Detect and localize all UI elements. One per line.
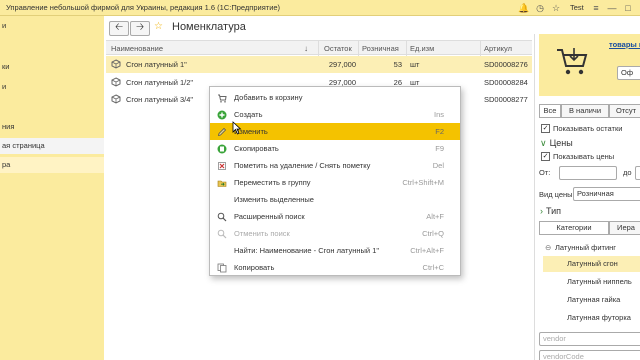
sidebar-item-4[interactable]: ния bbox=[0, 119, 104, 135]
tree-root[interactable]: Латунный фитинг bbox=[555, 243, 616, 252]
sidebar-item-2[interactable]: ки bbox=[0, 59, 104, 75]
col-sku[interactable]: Артикул bbox=[484, 44, 512, 53]
search-icon bbox=[217, 212, 227, 222]
show-stock-checkbox[interactable]: ✓ bbox=[541, 124, 550, 133]
cell-name: Сгон латунный 3/4" bbox=[126, 95, 194, 104]
history-icon[interactable]: ◷ bbox=[534, 2, 546, 14]
plus-circle-icon bbox=[217, 110, 227, 120]
cart-link[interactable]: товары в bbox=[609, 40, 640, 49]
window-title: Управление небольшой фирмой для Украины,… bbox=[6, 3, 281, 12]
tree-collapse-icon[interactable]: ⊖ bbox=[545, 243, 551, 252]
checkout-button[interactable]: Оф bbox=[617, 66, 640, 80]
cell-name: Сгон латунный 1/2" bbox=[126, 78, 194, 87]
sidebar-item-nomenclature[interactable]: ра bbox=[0, 157, 104, 173]
type-section: › Тип bbox=[540, 206, 562, 216]
menu-item-create[interactable]: Создать Ins bbox=[210, 106, 460, 123]
tab-categories[interactable]: Категории bbox=[539, 221, 609, 235]
context-menu: Добавить в корзину Создать Ins Изменить … bbox=[209, 86, 461, 276]
from-label: От: bbox=[539, 168, 551, 177]
cell-retail: 53 bbox=[393, 60, 402, 69]
menu-icon[interactable]: ≡ bbox=[590, 2, 602, 14]
copy-item-icon bbox=[217, 144, 227, 154]
pencil-icon bbox=[217, 127, 227, 137]
price-type-select[interactable]: Розничная bbox=[573, 187, 640, 201]
title-bar: Управление небольшой фирмой для Украины,… bbox=[0, 0, 640, 16]
price-from-input[interactable] bbox=[559, 166, 617, 180]
cell-unit: шт bbox=[410, 60, 420, 69]
tree-item[interactable]: Латунная гайка bbox=[543, 292, 640, 308]
tab-hierarchy[interactable]: Иера bbox=[609, 221, 640, 235]
menu-item-copy-item[interactable]: Скопировать F9 bbox=[210, 140, 460, 157]
menu-item-edit-selected[interactable]: Изменить выделенные bbox=[210, 191, 460, 208]
cell-name: Сгон латунный 1" bbox=[126, 60, 187, 69]
menu-item-advanced-search[interactable]: Расширенный поиск Alt+F bbox=[210, 208, 460, 225]
show-prices-label: Показывать цены bbox=[553, 152, 615, 161]
maximize-icon[interactable]: □ bbox=[622, 2, 634, 14]
product-icon bbox=[111, 94, 121, 104]
table-row[interactable]: Сгон латунный 1" 297,000 53 шт SD0000827… bbox=[106, 56, 532, 73]
col-retail[interactable]: Розничная bbox=[362, 44, 399, 53]
delete-mark-icon bbox=[218, 162, 226, 170]
vendor-code-input[interactable]: vendorCode bbox=[539, 350, 640, 360]
product-icon bbox=[111, 77, 121, 87]
vendor-input[interactable]: vendor bbox=[539, 332, 640, 346]
price-type-label: Вид цены: bbox=[539, 190, 575, 199]
star-icon[interactable]: ☆ bbox=[550, 2, 562, 14]
minimize-icon[interactable]: — bbox=[606, 2, 618, 14]
sidebar-item-home[interactable]: ая страница bbox=[0, 138, 104, 154]
table-header: Наименование ↓ Остаток Розничная Ед.изм … bbox=[106, 40, 532, 56]
cell-sku: SD00008277 bbox=[484, 95, 528, 104]
col-unit[interactable]: Ед.изм bbox=[410, 44, 434, 53]
cancel-search-icon bbox=[217, 229, 227, 239]
show-prices-checkbox[interactable]: ✓ bbox=[541, 152, 550, 161]
tab-all[interactable]: Все bbox=[539, 104, 561, 118]
menu-item-move-to-group[interactable]: Переместить в группу Ctrl+Shift+M bbox=[210, 174, 460, 191]
user-name[interactable]: Test bbox=[570, 3, 584, 12]
tree-item[interactable]: Латунный сгон bbox=[543, 256, 640, 272]
sidebar: и ки и ния ая страница ра bbox=[0, 16, 104, 360]
cart-small-icon bbox=[218, 94, 227, 103]
menu-item-mark-delete[interactable]: Пометить на удаление / Снять пометку Del bbox=[210, 157, 460, 174]
menu-item-add-to-cart[interactable]: Добавить в корзину bbox=[210, 89, 460, 106]
favorite-star-icon[interactable]: ☆ bbox=[154, 21, 163, 32]
menu-item-cancel-search[interactable]: Отменить поиск Ctrl+Q bbox=[210, 225, 460, 242]
cell-sku: SD00008276 bbox=[484, 60, 528, 69]
product-icon bbox=[111, 59, 121, 69]
mouse-cursor-icon bbox=[232, 121, 242, 135]
cell-sku: SD00008284 bbox=[484, 78, 528, 87]
move-folder-icon bbox=[217, 180, 227, 187]
bell-icon[interactable]: 🔔 bbox=[518, 2, 530, 14]
page-title: Номенклатура bbox=[172, 21, 246, 33]
show-stock-label: Показывать остатки bbox=[553, 124, 623, 133]
back-button[interactable]: 🡠 bbox=[109, 21, 129, 36]
sidebar-item-3[interactable]: и bbox=[0, 79, 104, 95]
prices-section: ∨ Цены bbox=[540, 138, 573, 148]
cell-stock: 297,000 bbox=[328, 60, 356, 69]
tab-absent[interactable]: Отсут bbox=[609, 104, 640, 118]
sidebar-item-1[interactable]: и bbox=[0, 18, 104, 34]
sort-icon: ↓ bbox=[304, 44, 308, 53]
menu-item-find[interactable]: Найти: Наименование - Сгон латунный 1" C… bbox=[210, 242, 460, 259]
menu-item-edit[interactable]: Изменить F2 bbox=[210, 123, 460, 140]
col-stock[interactable]: Остаток bbox=[324, 44, 352, 53]
price-to-input[interactable] bbox=[635, 166, 640, 180]
to-label: до bbox=[623, 168, 632, 177]
copy-icon bbox=[217, 263, 227, 273]
tree-item[interactable]: Латунный ниппель bbox=[543, 274, 640, 290]
forward-button[interactable]: 🡢 bbox=[130, 21, 150, 36]
tab-in-stock[interactable]: В наличи bbox=[561, 104, 609, 118]
cart-icon bbox=[557, 48, 588, 75]
tree-item[interactable]: Латунная футорка bbox=[543, 310, 640, 326]
menu-item-copy[interactable]: Копировать Ctrl+C bbox=[210, 259, 460, 276]
col-name[interactable]: Наименование bbox=[111, 44, 163, 53]
filter-panel: товары в Оф Все В наличи Отсут ✓ Показыв… bbox=[534, 34, 640, 360]
